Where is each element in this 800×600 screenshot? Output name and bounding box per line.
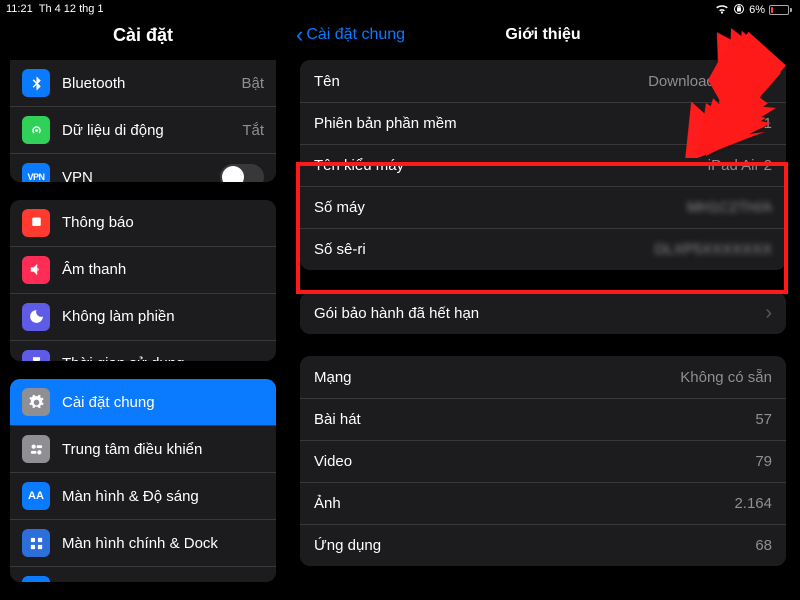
row-value: Download's iPad xyxy=(648,73,759,90)
sidebar-item-value: Bật xyxy=(241,75,264,92)
chevron-left-icon: ‹ xyxy=(296,24,303,46)
sidebar-item-label: Trung tâm điều khiển xyxy=(62,441,264,458)
detail-pane: 6% ‹ Cài đặt chung Giới thiệu Tên Downlo… xyxy=(286,0,800,600)
row-value: 79 xyxy=(755,453,772,470)
sidebar-item-display[interactable]: AA Màn hình & Độ sáng xyxy=(10,472,276,519)
row-songs: Bài hát 57 xyxy=(300,398,786,440)
row-video: Video 79 xyxy=(300,440,786,482)
gear-icon xyxy=(22,388,50,416)
back-button[interactable]: ‹ Cài đặt chung xyxy=(296,24,405,46)
row-label: Mạng xyxy=(314,369,680,386)
row-apps: Ứng dụng 68 xyxy=(300,524,786,566)
row-label: Bài hát xyxy=(314,411,755,428)
sidebar-item-label: Không làm phiền xyxy=(62,308,264,325)
sidebar-item-dnd[interactable]: Không làm phiền xyxy=(10,293,276,340)
row-label: Video xyxy=(314,453,755,470)
speaker-icon xyxy=(22,256,50,284)
row-label: Tên kiểu máy xyxy=(314,157,708,174)
about-group-warranty: Gói bảo hành đã hết hạn › xyxy=(300,292,786,334)
row-value: DLXP5XXXXXXX xyxy=(654,241,772,258)
row-network: Mạng Không có sẵn xyxy=(300,356,786,398)
moon-icon xyxy=(22,303,50,331)
sidebar-item-label: VPN xyxy=(62,169,208,182)
sidebar-item-accessibility[interactable]: Trợ năng xyxy=(10,566,276,582)
row-value: Không có sẵn xyxy=(680,369,772,386)
switches-icon xyxy=(22,435,50,463)
sidebar-item-cellular[interactable]: Dữ liệu di động Tắt xyxy=(10,106,276,153)
row-value: 68 xyxy=(755,537,772,554)
vpn-toggle[interactable] xyxy=(220,164,264,181)
wifi-icon xyxy=(715,3,729,18)
row-photos: Ảnh 2.164 xyxy=(300,482,786,524)
bluetooth-icon xyxy=(22,69,50,97)
hourglass-icon xyxy=(22,350,50,362)
sidebar-group-system: Cài đặt chung Trung tâm điều khiển AA Mà… xyxy=(10,379,276,582)
battery-percent: 6% xyxy=(749,4,765,16)
sidebar-item-value: Tắt xyxy=(242,122,264,139)
sidebar-group-connectivity: Bluetooth Bật Dữ liệu di động Tắt VPN VP… xyxy=(10,60,276,181)
row-value: MH1C2TH/A xyxy=(687,199,772,216)
chevron-right-icon: › xyxy=(765,303,772,323)
detail-header: ‹ Cài đặt chung Giới thiệu xyxy=(286,20,800,60)
sidebar-item-screentime[interactable]: Thời gian sử dụng xyxy=(10,340,276,362)
sidebar-item-general[interactable]: Cài đặt chung xyxy=(10,379,276,425)
status-bar: 11:21 Th 4 12 thg 1 xyxy=(0,0,286,17)
bell-icon xyxy=(22,209,50,237)
row-label: Gói bảo hành đã hết hạn xyxy=(314,305,759,322)
back-label: Cài đặt chung xyxy=(306,26,405,44)
page-title: Giới thiệu xyxy=(505,26,580,44)
row-value: 14.7.1 xyxy=(730,115,772,132)
sidebar-item-label: Bluetooth xyxy=(62,75,229,92)
row-value: iPad Air 2 xyxy=(708,157,772,174)
sidebar-item-label: Thông báo xyxy=(62,214,264,231)
chevron-right-icon: › xyxy=(765,71,772,91)
sidebar-item-vpn[interactable]: VPN VPN xyxy=(10,153,276,181)
sidebar-item-label: Cài đặt chung xyxy=(62,394,264,411)
grid-icon xyxy=(22,529,50,557)
antenna-icon xyxy=(22,116,50,144)
orientation-lock-icon xyxy=(733,3,745,18)
sidebar-item-label: Âm thanh xyxy=(62,261,264,278)
sidebar-item-control-center[interactable]: Trung tâm điều khiển xyxy=(10,425,276,472)
row-serial-number[interactable]: Số sê-ri DLXP5XXXXXXX xyxy=(300,228,786,270)
sidebar-item-notifications[interactable]: Thông báo xyxy=(10,200,276,246)
row-label: Phiên bản phần mềm xyxy=(314,115,730,132)
row-label: Số máy xyxy=(314,199,687,216)
settings-sidebar: 11:21 Th 4 12 thg 1 Cài đặt Bluetooth Bậ… xyxy=(0,0,286,600)
sidebar-item-bluetooth[interactable]: Bluetooth Bật xyxy=(10,60,276,106)
sidebar-item-label: Dữ liệu di động xyxy=(62,122,230,139)
row-label: Số sê-ri xyxy=(314,241,654,258)
row-model-number[interactable]: Số máy MH1C2TH/A xyxy=(300,186,786,228)
sidebar-title: Cài đặt xyxy=(0,17,286,60)
sidebar-group-notifications: Thông báo Âm thanh Không làm phiền Thời … xyxy=(10,200,276,362)
accessibility-icon xyxy=(22,576,50,582)
row-label: Ứng dụng xyxy=(314,537,755,554)
battery-icon xyxy=(769,5,792,15)
row-warranty[interactable]: Gói bảo hành đã hết hạn › xyxy=(300,292,786,334)
row-name[interactable]: Tên Download's iPad › xyxy=(300,60,786,102)
sidebar-item-sound[interactable]: Âm thanh xyxy=(10,246,276,293)
sidebar-item-label: Màn hình & Độ sáng xyxy=(62,488,264,505)
status-bar-right: 6% xyxy=(286,0,800,20)
row-model-name[interactable]: Tên kiểu máy iPad Air 2 xyxy=(300,144,786,186)
row-software-version[interactable]: Phiên bản phần mềm 14.7.1 xyxy=(300,102,786,144)
sidebar-item-label: Thời gian sử dụng xyxy=(62,355,264,361)
status-date: Th 4 12 thg 1 xyxy=(39,3,104,15)
row-label: Ảnh xyxy=(314,495,734,512)
status-time: 11:21 xyxy=(6,3,33,15)
row-label: Tên xyxy=(314,73,648,90)
about-group-content: Mạng Không có sẵn Bài hát 57 Video 79 Ản… xyxy=(300,356,786,566)
sidebar-item-home-dock[interactable]: Màn hình chính & Dock xyxy=(10,519,276,566)
sidebar-item-label: Màn hình chính & Dock xyxy=(62,535,264,552)
row-value: 2.164 xyxy=(734,495,772,512)
about-group-device: Tên Download's iPad › Phiên bản phần mềm… xyxy=(300,60,786,270)
text-size-icon: AA xyxy=(22,482,50,510)
row-value: 57 xyxy=(755,411,772,428)
vpn-icon: VPN xyxy=(22,163,50,181)
